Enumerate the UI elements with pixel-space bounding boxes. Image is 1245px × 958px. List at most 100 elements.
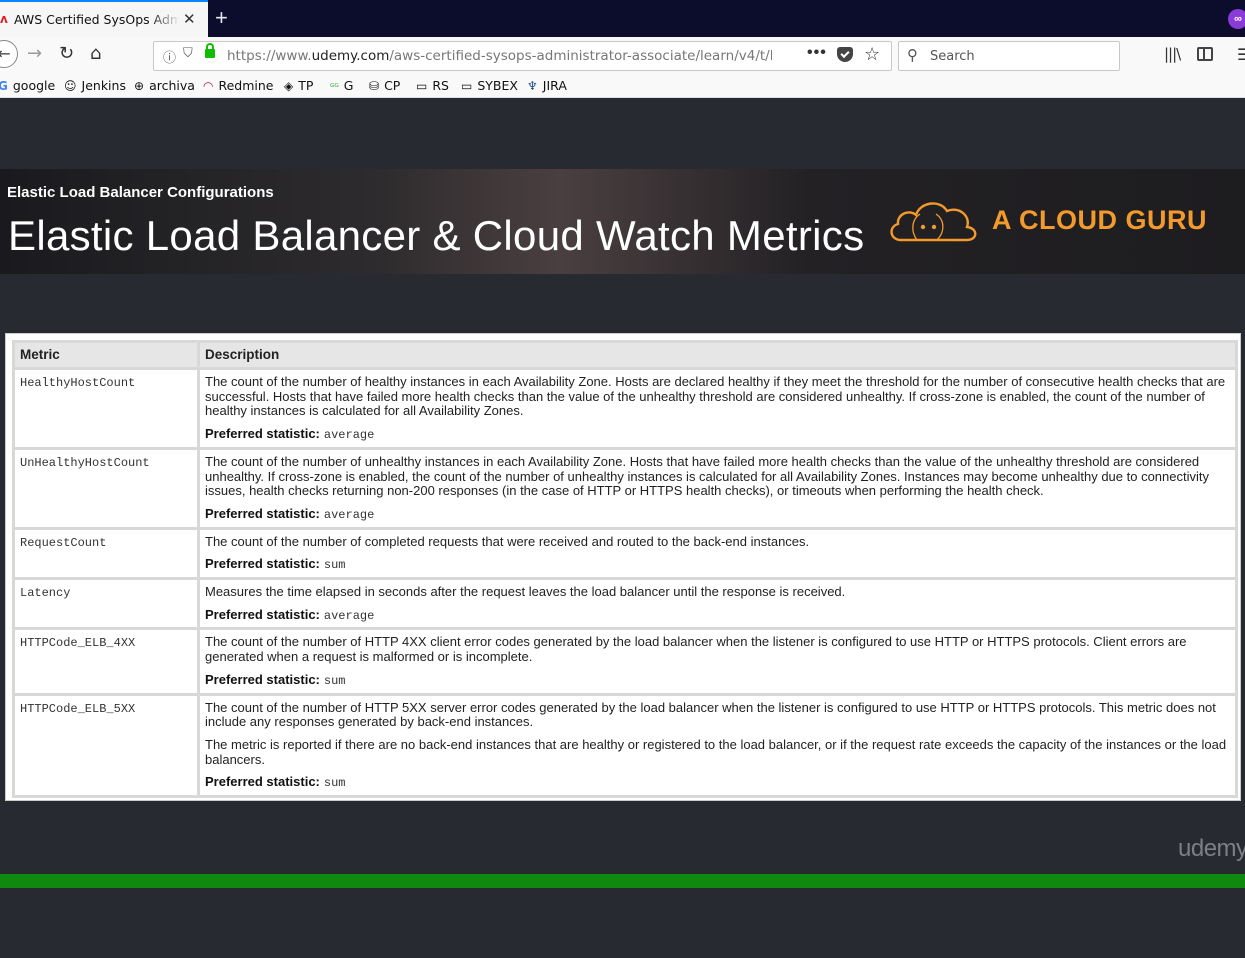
bookmark-tp[interactable]: ◈ TP <box>284 78 313 93</box>
metric-description: Measures the time elapsed in seconds aft… <box>205 584 846 600</box>
preferred-statistic-value: sum <box>323 673 346 688</box>
bookmark-label: Jenkins <box>81 78 126 93</box>
navigation-toolbar: ← → ↻ ⌂ ⓘ ⛉ https://www.udemy.com/aws-ce… <box>0 37 1245 74</box>
metric-description: The count of the number of unhealthy ins… <box>205 453 1209 499</box>
brand-name: A CLOUD GURU <box>992 205 1207 235</box>
bookmark-jira[interactable]: ♆ JIRA <box>527 78 567 93</box>
preferred-statistic: Preferred statistic: sum <box>205 556 1231 573</box>
tab-bar: ʌ AWS Certified SysOps Administ ✕ + ∞ <box>0 0 1245 37</box>
search-input[interactable]: ⚲ Search <box>898 41 1120 71</box>
bookmark-sybex[interactable]: ▭ SYBEX <box>461 78 518 93</box>
back-icon[interactable]: ← <box>0 40 18 68</box>
metric-description: The count of the number of completed req… <box>205 533 810 549</box>
preferred-statistic-value: average <box>323 608 375 623</box>
metric-description-cell: The count of the number of completed req… <box>197 526 1238 581</box>
bookmark-label: Redmine <box>218 78 274 93</box>
preferred-statistic-label: Preferred statistic: <box>205 671 320 687</box>
slide-title: Elastic Load Balancer & Cloud Watch Metr… <box>8 212 865 259</box>
cp-icon: ⛁ <box>369 79 380 93</box>
active-tab[interactable]: ʌ AWS Certified SysOps Administ ✕ <box>0 0 208 37</box>
bookmarks-toolbar: Ggoogle ☺ Jenkins ⊕ archiva ◠ Redmine ◈ TP ᴳ… <box>0 74 1245 98</box>
preferred-statistic-label: Preferred statistic: <box>205 774 320 790</box>
table-row: UnHealthyHostCount The count of the numbe… <box>12 446 1238 530</box>
preferred-statistic-label: Preferred statistic: <box>205 426 320 442</box>
close-tab-icon[interactable]: ✕ <box>183 10 196 28</box>
metrics-table-panel: Metric Description HealthyHostCount The c… <box>5 333 1241 801</box>
video-progress-bar[interactable] <box>0 874 1245 888</box>
folder-icon: ▭ <box>461 79 473 93</box>
metric-name: HTTPCode_ELB_5XX <box>12 692 200 799</box>
lock-icon[interactable] <box>205 43 215 58</box>
bookmark-cp[interactable]: ⛁ CP <box>369 78 400 93</box>
bookmark-google[interactable]: Ggoogle <box>0 78 55 93</box>
url-domain: udemy.com <box>311 48 390 64</box>
bookmark-rs[interactable]: ▭ RS <box>416 78 449 93</box>
udemy-icon: ʌ <box>0 12 8 26</box>
forward-icon[interactable]: → <box>27 43 42 64</box>
preferred-statistic: Preferred statistic: sum <box>205 775 1231 791</box>
slide-banner: Elastic Load Balancer Configurations Ela… <box>0 169 1245 274</box>
preferred-statistic-value: sum <box>323 558 346 573</box>
new-tab-icon[interactable]: + <box>215 5 228 31</box>
pocket-icon[interactable] <box>837 47 853 62</box>
bookmark-g[interactable]: ᴳᴳ G <box>330 78 353 93</box>
metric-description-cell: The count of the number of HTTP 5XX serv… <box>197 692 1238 799</box>
preferred-statistic: Preferred statistic: average <box>205 426 1231 443</box>
metric-description-cell: Measures the time elapsed in seconds aft… <box>197 577 1238 631</box>
bookmark-jenkins[interactable]: ☺ Jenkins <box>64 78 126 93</box>
metric-description: The count of the number of healthy insta… <box>205 374 1226 419</box>
video-progress-fill <box>0 874 1245 888</box>
section-title: Elastic Load Balancer Configurations <box>7 184 274 201</box>
column-header-metric: Metric <box>12 340 200 370</box>
shield-icon[interactable]: ⛉ <box>183 46 193 61</box>
metric-name: HTTPCode_ELB_4XX <box>12 627 200 696</box>
bookmark-archiva[interactable]: ⊕ archiva <box>134 78 195 93</box>
url-bar[interactable]: ⓘ ⛉ https://www.udemy.com/aws-certified-… <box>153 41 892 71</box>
url-path: /aws-certified-sysops-administrator-asso… <box>389 48 772 64</box>
metric-description-cell: The count of the number of healthy insta… <box>197 367 1238 450</box>
preferred-statistic-label: Preferred statistic: <box>205 556 320 572</box>
info-icon[interactable]: ⓘ <box>163 47 176 66</box>
bookmark-label: TP <box>298 78 314 93</box>
table-row: RequestCount The count of the number of c… <box>12 526 1238 581</box>
column-header-description: Description <box>197 340 1238 370</box>
metric-name: Latency <box>12 577 200 631</box>
metric-description-cell: The count of the number of unhealthy ins… <box>197 446 1238 530</box>
bookmark-redmine[interactable]: ◠ Redmine <box>203 78 274 93</box>
redmine-icon: ◠ <box>203 79 214 93</box>
library-icon[interactable]: |||\ <box>1164 45 1181 63</box>
preferred-statistic-label: Preferred statistic: <box>205 606 320 622</box>
private-browsing-icon[interactable]: ∞ <box>1228 9 1245 29</box>
table-header-row: Metric Description <box>12 340 1238 370</box>
sidebar-icon[interactable] <box>1197 47 1213 61</box>
metric-description: The count of the number of HTTP 4XX clie… <box>205 634 1187 665</box>
url-text[interactable]: https://www.udemy.com/aws-certified-syso… <box>227 48 772 64</box>
search-placeholder: Search <box>930 49 975 64</box>
metrics-table: Metric Description HealthyHostCount The c… <box>12 340 1238 799</box>
reload-icon[interactable]: ↻ <box>59 43 74 64</box>
video-player[interactable]: Elastic Load Balancer Configurations Ela… <box>0 99 1245 958</box>
bookmark-label: google <box>12 78 56 93</box>
table-row: Latency Measures the time elapsed in seco… <box>12 577 1238 631</box>
preferred-statistic: Preferred statistic: average <box>205 606 1231 624</box>
google-icon: G <box>0 79 8 93</box>
udemy-watermark: udemy <box>1178 835 1245 862</box>
url-prefix: https://www. <box>227 48 312 64</box>
bookmark-star-icon[interactable]: ☆ <box>864 44 880 65</box>
preferred-statistic-value: sum <box>323 776 346 791</box>
table-row: HTTPCode_ELB_5XX The count of the number … <box>12 692 1238 799</box>
menu-icon[interactable]: ☰ <box>1237 45 1245 65</box>
home-icon[interactable]: ⌂ <box>90 43 101 64</box>
jira-icon: ♆ <box>527 79 538 93</box>
preferred-statistic: Preferred statistic: average <box>205 505 1231 523</box>
bookmark-label: JIRA <box>542 78 567 93</box>
preferred-statistic-label: Preferred statistic: <box>205 505 320 521</box>
table-row: HealthyHostCount The count of the number … <box>12 367 1238 450</box>
tp-icon: ◈ <box>284 79 294 93</box>
bookmark-label: archiva <box>149 78 195 93</box>
bookmark-label: CP <box>384 78 401 93</box>
page-actions-icon[interactable]: ••• <box>807 44 827 62</box>
g-icon: ᴳᴳ <box>330 83 339 93</box>
table-row: HTTPCode_ELB_4XX The count of the number … <box>12 627 1238 696</box>
metric-name: UnHealthyHostCount <box>12 446 200 530</box>
